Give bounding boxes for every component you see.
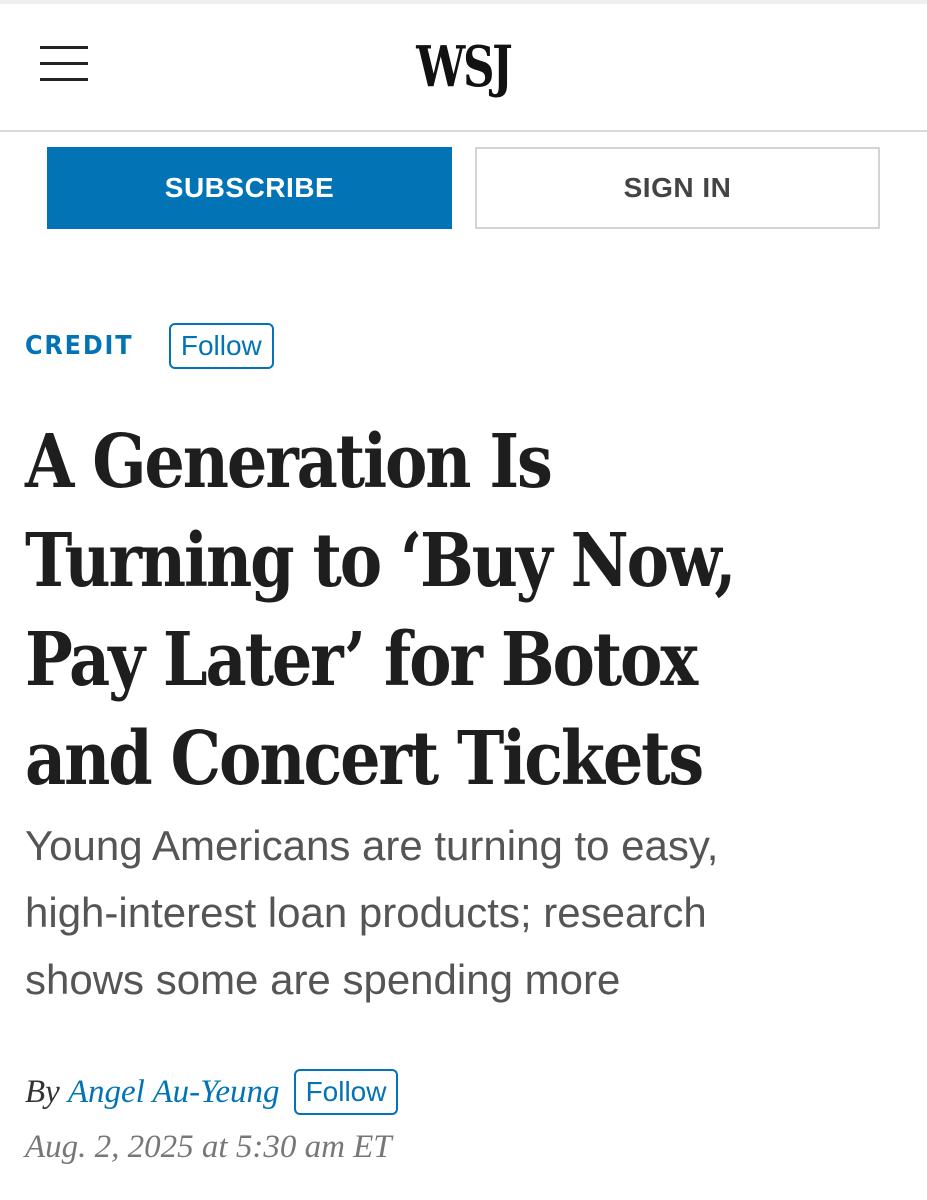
menu-bar-bottom [40, 78, 88, 81]
headline-line: and Concert Tickets [25, 716, 704, 802]
headline-line: A Generation Is [25, 419, 553, 505]
dek-line: shows some are spending more [25, 956, 621, 1003]
menu-bar-middle [40, 62, 88, 65]
article-headline: A Generation Is Turning to ‘Buy Now, Pay… [25, 413, 885, 809]
dek-line: high-interest loan products; research [25, 889, 707, 936]
dek-line: Young Americans are turning to easy, [25, 822, 719, 869]
follow-author-button[interactable]: Follow [293, 1069, 399, 1115]
menu-bar-top [40, 46, 88, 49]
headline-line: Pay Later’ for Botox [25, 617, 698, 703]
wsj-logo[interactable]: WSJ [102, 32, 825, 102]
publish-timestamp: Aug. 2, 2025 at 5:30 am ET [25, 1129, 392, 1165]
sign-in-button[interactable]: SIGN IN [475, 147, 880, 229]
hamburger-menu-icon[interactable] [38, 42, 90, 86]
section-label[interactable]: CREDIT [25, 331, 133, 361]
subscribe-button[interactable]: SUBSCRIBE [47, 147, 452, 229]
article-dek: Young Americans are turning to easy, hig… [25, 812, 905, 1013]
site-header: WSJ [0, 4, 927, 132]
author-link[interactable]: Angel Au-Yeung [68, 1074, 280, 1111]
follow-section-button[interactable]: Follow [168, 323, 274, 369]
headline-line: Turning to ‘Buy Now, [25, 518, 737, 604]
section-row: CREDIT Follow [25, 322, 274, 370]
byline: By Angel Au-Yeung Follow [25, 1068, 399, 1116]
byline-prefix: By [25, 1073, 60, 1110]
